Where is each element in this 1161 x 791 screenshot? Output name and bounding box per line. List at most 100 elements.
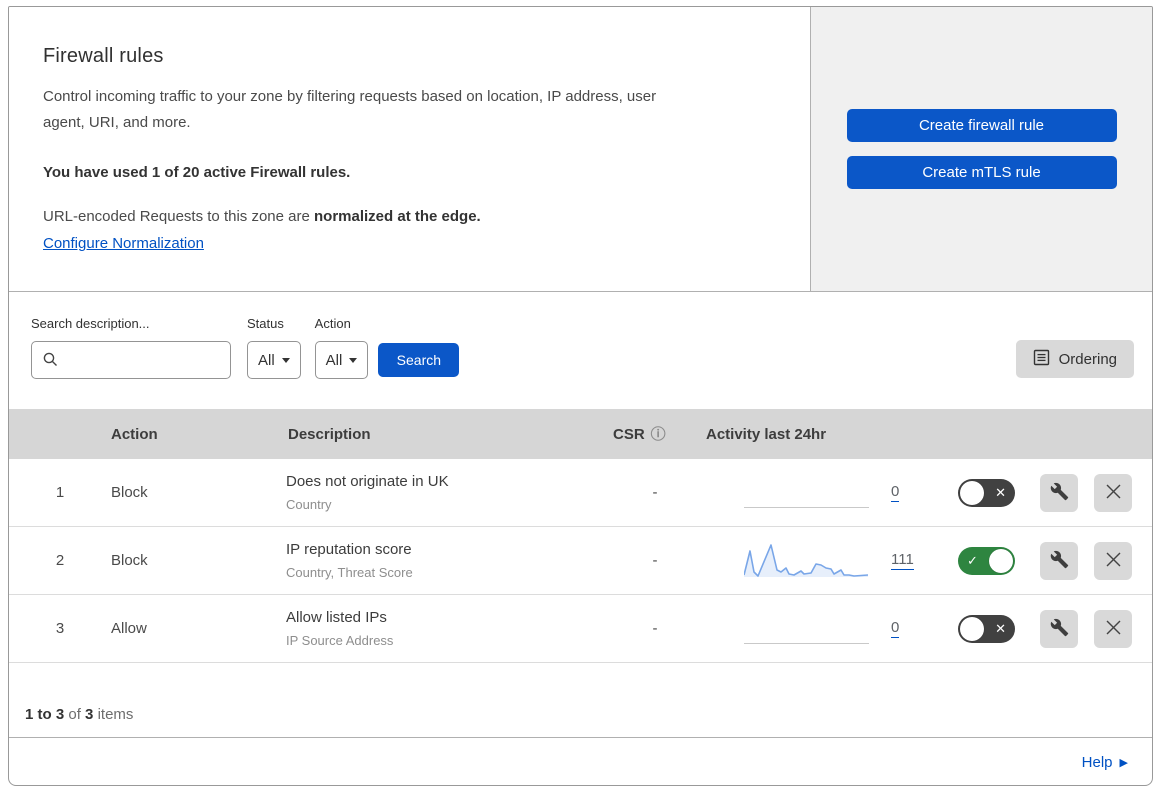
header-section: Firewall rules Control incoming traffic …: [9, 7, 1152, 292]
activity-sparkline-empty: [744, 475, 869, 511]
description-column-header: Description: [288, 425, 371, 443]
table-row: 2 Block IP reputation score Country, Thr…: [9, 527, 1152, 595]
activity-cell: 0: [699, 475, 958, 511]
delete-rule-button[interactable]: [1094, 473, 1132, 512]
page-description: Control incoming traffic to your zone by…: [43, 88, 657, 131]
csr-column-header: CSR ⓘ: [611, 426, 699, 443]
normalization-note: URL-encoded Requests to this zone are no…: [43, 208, 770, 225]
items-total: 3: [85, 706, 94, 723]
pagination-summary: 1 to 3 of 3 items: [9, 663, 1152, 738]
rule-priority: 3: [55, 620, 65, 637]
close-icon: [1105, 483, 1122, 503]
rule-description: Allow listed IPs IP Source Address: [286, 609, 611, 648]
search-icon: [42, 351, 59, 373]
rule-description: Does not originate in UK Country: [286, 473, 611, 512]
rule-fields: Country, Threat Score: [286, 565, 413, 580]
toggle-cell: ✕: [958, 478, 1040, 507]
help-bar: Help ▶: [9, 738, 1152, 785]
rule-title: Does not originate in UK: [286, 473, 449, 490]
activity-column-header: Activity last 24hr: [706, 425, 827, 443]
filter-bar: Search description... Status All Action …: [9, 292, 1152, 409]
ordering-list-icon: [1033, 349, 1050, 370]
activity-count-link[interactable]: 0: [891, 483, 900, 502]
action-label: Action: [314, 316, 351, 331]
status-select[interactable]: All: [247, 341, 301, 379]
activity-sparkline: [743, 543, 869, 579]
close-icon: [1105, 619, 1122, 639]
toggle-knob: [960, 480, 984, 505]
edit-rule-button[interactable]: [1040, 473, 1078, 512]
rule-title: Allow listed IPs: [286, 609, 387, 626]
help-label: Help: [1081, 753, 1113, 771]
rule-enabled-toggle[interactable]: ✓: [958, 546, 1015, 575]
firewall-rules-card: Firewall rules Control incoming traffic …: [8, 6, 1153, 786]
rule-title: IP reputation score: [286, 541, 412, 558]
edit-cell: [1040, 473, 1094, 512]
delete-cell: [1094, 541, 1152, 580]
rule-csr: -: [652, 620, 658, 637]
rule-enabled-toggle[interactable]: ✕: [958, 614, 1015, 643]
edit-cell: [1040, 609, 1094, 648]
usage-summary: You have used 1 of 20 active Firewall ru…: [43, 164, 351, 181]
page-title: Firewall rules: [43, 45, 164, 67]
rule-priority: 1: [55, 484, 65, 501]
search-input[interactable]: [31, 341, 231, 379]
rule-action: Block: [111, 484, 148, 501]
delete-rule-button[interactable]: [1094, 541, 1132, 580]
create-mtls-rule-button[interactable]: Create mTLS rule: [846, 156, 1117, 189]
items-range: 1 to 3: [25, 706, 65, 723]
close-icon: [1105, 551, 1122, 571]
chevron-down-icon: [349, 357, 358, 363]
search-label: Search description...: [31, 316, 150, 331]
delete-cell: [1094, 473, 1152, 512]
actions-panel: Create firewall rule Create mTLS rule: [811, 7, 1152, 291]
table-row: 3 Allow Allow listed IPs IP Source Addre…: [9, 595, 1152, 663]
edit-rule-button[interactable]: [1040, 609, 1078, 648]
wrench-icon: [1050, 482, 1069, 504]
rule-action: Allow: [111, 620, 147, 637]
configure-normalization-link[interactable]: Configure Normalization: [43, 235, 204, 252]
normalization-bold: normalized at the edge.: [314, 208, 481, 225]
toggle-off-x-icon: ✕: [995, 620, 1006, 636]
info-icon[interactable]: ⓘ: [651, 427, 666, 442]
rule-enabled-toggle[interactable]: ✕: [958, 478, 1015, 507]
activity-cell: 111: [699, 543, 958, 579]
activity-cell: 0: [699, 611, 958, 647]
status-selected-value: All: [258, 351, 275, 369]
wrench-icon: [1050, 550, 1069, 572]
rule-fields: IP Source Address: [286, 633, 394, 648]
action-select[interactable]: All: [314, 341, 369, 379]
status-label: Status: [247, 316, 284, 331]
delete-cell: [1094, 609, 1152, 648]
toggle-knob: [960, 616, 984, 641]
activity-count-link[interactable]: 111: [891, 551, 914, 570]
items-text: items: [97, 706, 134, 723]
activity-count-link[interactable]: 0: [891, 619, 900, 638]
rule-csr: -: [652, 552, 658, 569]
delete-rule-button[interactable]: [1094, 609, 1132, 648]
rule-priority: 2: [55, 552, 65, 569]
action-selected-value: All: [325, 351, 343, 369]
action-filter-group: Action All: [314, 316, 369, 379]
action-column-header: Action: [111, 425, 158, 443]
edit-cell: [1040, 541, 1094, 580]
toggle-cell: ✕: [958, 614, 1040, 643]
search-field-wrap: [31, 341, 231, 379]
rule-action: Block: [111, 552, 148, 569]
edit-rule-button[interactable]: [1040, 541, 1078, 580]
toggle-knob: [989, 548, 1013, 573]
toggle-cell: ✓: [958, 546, 1040, 575]
activity-sparkline-empty: [744, 611, 869, 647]
normalization-text: URL-encoded Requests to this zone are: [43, 208, 314, 225]
ordering-label: Ordering: [1058, 350, 1117, 368]
chevron-down-icon: [281, 357, 290, 363]
help-link[interactable]: Help ▶: [1082, 754, 1128, 771]
sparkline-area: [744, 544, 868, 577]
table-row: 1 Block Does not originate in UK Country…: [9, 459, 1152, 527]
ordering-button[interactable]: Ordering: [1015, 340, 1134, 378]
toggle-on-check-icon: ✓: [967, 552, 978, 568]
search-button[interactable]: Search: [378, 343, 460, 377]
header-text-panel: Firewall rules Control incoming traffic …: [9, 7, 811, 291]
create-firewall-rule-button[interactable]: Create firewall rule: [846, 109, 1117, 142]
rule-fields: Country: [286, 497, 332, 512]
